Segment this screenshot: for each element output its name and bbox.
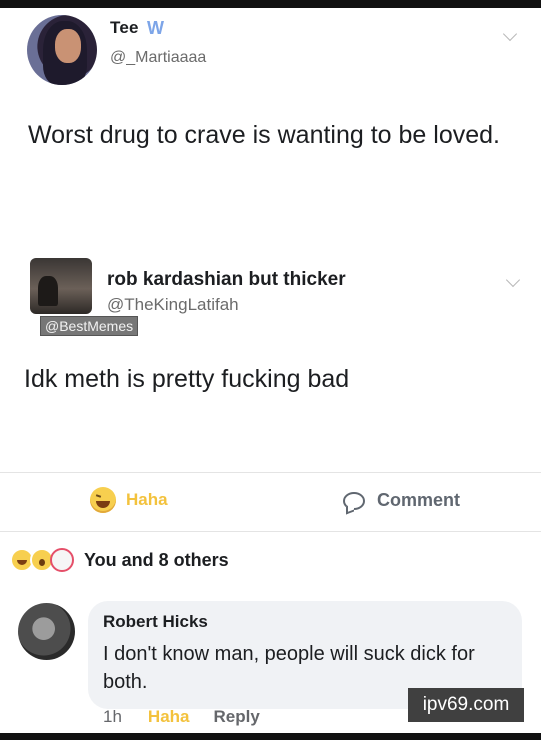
tweet-text: Worst drug to crave is wanting to be lov… bbox=[28, 121, 500, 149]
tweet-menu-chevron-down-icon[interactable] bbox=[502, 26, 518, 42]
avatar-face bbox=[55, 29, 81, 63]
meme-watermark: @BestMemes bbox=[40, 316, 139, 336]
comment-meta-row: 1h Haha Reply bbox=[103, 707, 260, 727]
reply-menu-chevron-down-icon[interactable] bbox=[505, 272, 521, 288]
reply-tweet-text: Idk meth is pretty fucking bad bbox=[24, 365, 350, 393]
reactions-count-text: You and 8 others bbox=[84, 549, 229, 570]
reply-author-avatar[interactable] bbox=[30, 258, 92, 314]
reply-author-name[interactable]: rob kardashian but thicker bbox=[107, 269, 346, 291]
reply-author-handle[interactable]: @TheKingLatifah bbox=[107, 295, 239, 315]
tweet-author-handle[interactable]: @_Martiaaaa bbox=[110, 49, 206, 67]
comment-author-name[interactable]: Robert Hicks bbox=[103, 612, 208, 632]
haha-emoji-icon bbox=[90, 487, 116, 513]
commenter-avatar[interactable] bbox=[18, 603, 75, 660]
divider bbox=[0, 531, 541, 532]
bottom-frame-bar bbox=[0, 733, 541, 740]
haha-reaction-label: Haha bbox=[126, 490, 168, 509]
reactions-summary[interactable]: You and 8 others bbox=[10, 548, 229, 572]
divider bbox=[0, 472, 541, 473]
comment-button[interactable]: Comment bbox=[343, 490, 460, 511]
top-frame-bar bbox=[0, 0, 541, 8]
comment-timestamp[interactable]: 1h bbox=[103, 707, 122, 727]
author-badge-icon: W bbox=[147, 18, 164, 38]
love-emoji-icon bbox=[50, 548, 74, 572]
tweet-author-name[interactable]: Tee bbox=[110, 18, 139, 38]
tweet-author-avatar[interactable] bbox=[27, 15, 97, 85]
site-watermark: ipv69.com bbox=[408, 688, 524, 722]
comment-button-label: Comment bbox=[377, 490, 461, 510]
comment-haha-button[interactable]: Haha bbox=[148, 707, 190, 727]
comment-reply-button[interactable]: Reply bbox=[214, 707, 260, 727]
speech-bubble-icon bbox=[343, 491, 365, 510]
avatar-figure bbox=[38, 276, 58, 306]
haha-reaction-button[interactable]: Haha bbox=[90, 487, 168, 513]
